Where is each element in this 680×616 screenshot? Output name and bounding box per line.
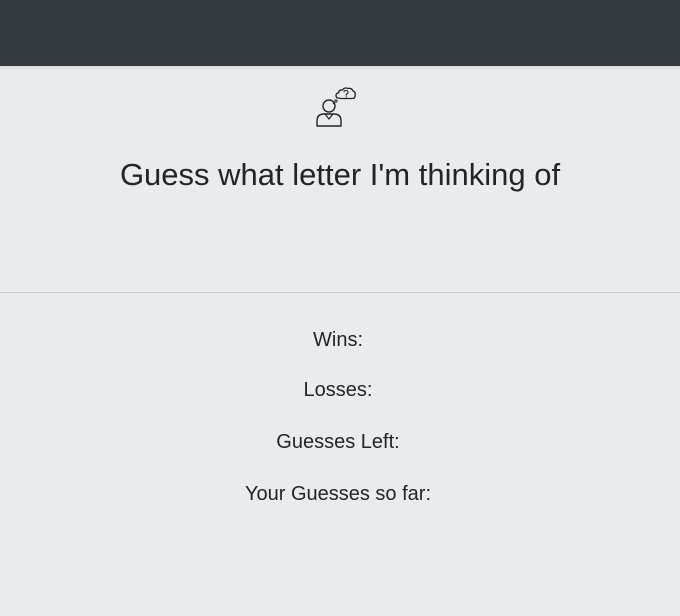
page-title: Guess what letter I'm thinking of xyxy=(119,157,561,192)
person-thinking-question-icon xyxy=(316,87,356,127)
guesses-left-stat: Guesses Left: xyxy=(0,430,680,454)
losses-label: Losses: xyxy=(303,379,373,401)
losses-stat: Losses: xyxy=(0,378,680,402)
wins-label: Wins: xyxy=(313,329,363,351)
wins-stat: Wins: xyxy=(0,328,680,352)
top-navbar xyxy=(0,0,680,66)
guesses-so-far-label: Your Guesses so far: xyxy=(244,483,432,505)
guesses-so-far-stat: Your Guesses so far: xyxy=(0,482,680,506)
guesses-left-label: Guesses Left: xyxy=(276,431,400,453)
divider xyxy=(0,292,680,293)
